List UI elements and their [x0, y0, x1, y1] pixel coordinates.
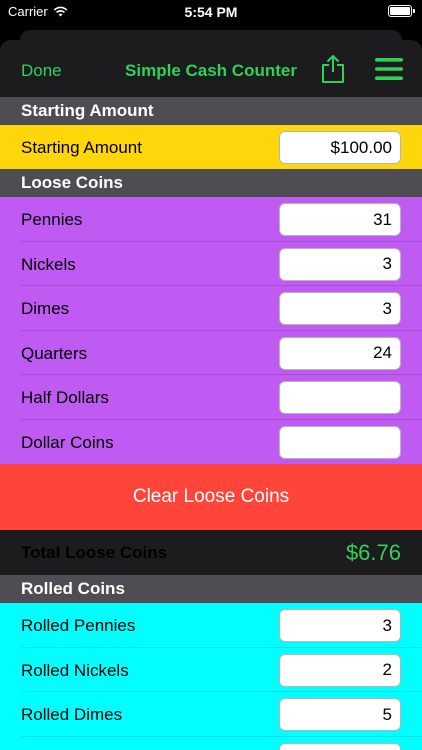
- half-dollars-label: Half Dollars: [21, 388, 109, 407]
- pennies-label: Pennies: [21, 210, 83, 229]
- loose-coins-header: Loose Coins: [0, 169, 422, 197]
- half-dollars-row: Half Dollars: [0, 375, 422, 420]
- starting-amount-label: Starting Amount: [21, 138, 142, 157]
- half-dollars-input[interactable]: [279, 381, 401, 414]
- quarters-input[interactable]: [279, 336, 401, 370]
- total-loose-coins-value: $6.76: [345, 540, 401, 565]
- rolled-coins-header: Rolled Coins: [0, 575, 422, 603]
- clear-loose-coins-button[interactable]: Clear Loose Coins: [0, 464, 422, 530]
- dimes-input[interactable]: [279, 292, 401, 325]
- rolled-pennies-label: Rolled Pennies: [21, 616, 136, 635]
- rolled-pennies-input[interactable]: [279, 609, 401, 642]
- rolled-dimes-row: Rolled Dimes: [0, 692, 422, 737]
- quarters-label: Quarters: [21, 343, 88, 363]
- total-loose-coins-row: Total Loose Coins $6.76: [0, 530, 422, 575]
- dollar-coins-input[interactable]: [279, 425, 401, 459]
- nickels-row: Nickels: [0, 242, 422, 286]
- rolled-nickels-input[interactable]: [279, 653, 401, 687]
- nav-title: Simple Cash Counter: [125, 61, 297, 80]
- nickels-label: Nickels: [21, 254, 76, 274]
- status-bar: Carrier 5:54 PM: [0, 0, 422, 26]
- dimes-label: Dimes: [21, 299, 70, 318]
- starting-amount-input[interactable]: [279, 131, 401, 164]
- dollar-coins-row: Dollar Coins: [0, 420, 422, 465]
- share-icon[interactable]: [320, 54, 346, 84]
- rolled-nickels-row: Rolled Nickels: [0, 648, 422, 692]
- rolled-pennies-row: Rolled Pennies: [0, 603, 422, 648]
- hamburger-menu-icon[interactable]: [375, 58, 403, 80]
- rolled-quarters-row: [0, 737, 422, 750]
- rolled-dimes-input[interactable]: [279, 698, 401, 731]
- dimes-row: Dimes: [0, 286, 422, 331]
- cash-counter-sheet: Done Simple Cash Counter Starting Amount…: [0, 40, 422, 750]
- pennies-row: Pennies: [0, 197, 422, 242]
- rolled-quarters-input[interactable]: [279, 742, 401, 750]
- quarters-row: Quarters: [0, 331, 422, 375]
- rolled-nickels-label: Rolled Nickels: [21, 660, 129, 680]
- total-loose-coins-label: Total Loose Coins: [21, 543, 168, 562]
- dollar-coins-label: Dollar Coins: [21, 432, 114, 452]
- starting-amount-row: Starting Amount: [0, 125, 422, 169]
- navigation-bar: Done Simple Cash Counter: [0, 40, 422, 97]
- nickels-input[interactable]: [279, 247, 401, 281]
- starting-amount-header: Starting Amount: [0, 97, 422, 125]
- rolled-coins-list: Rolled Pennies Rolled Nickels Rolled Dim…: [0, 603, 422, 750]
- rolled-dimes-label: Rolled Dimes: [21, 705, 123, 724]
- status-time: 5:54 PM: [184, 4, 238, 20]
- battery-icon: [388, 5, 415, 17]
- pennies-input[interactable]: [279, 203, 401, 236]
- loose-coins-list: Pennies Nickels Dimes Quarters Half Doll…: [0, 197, 422, 464]
